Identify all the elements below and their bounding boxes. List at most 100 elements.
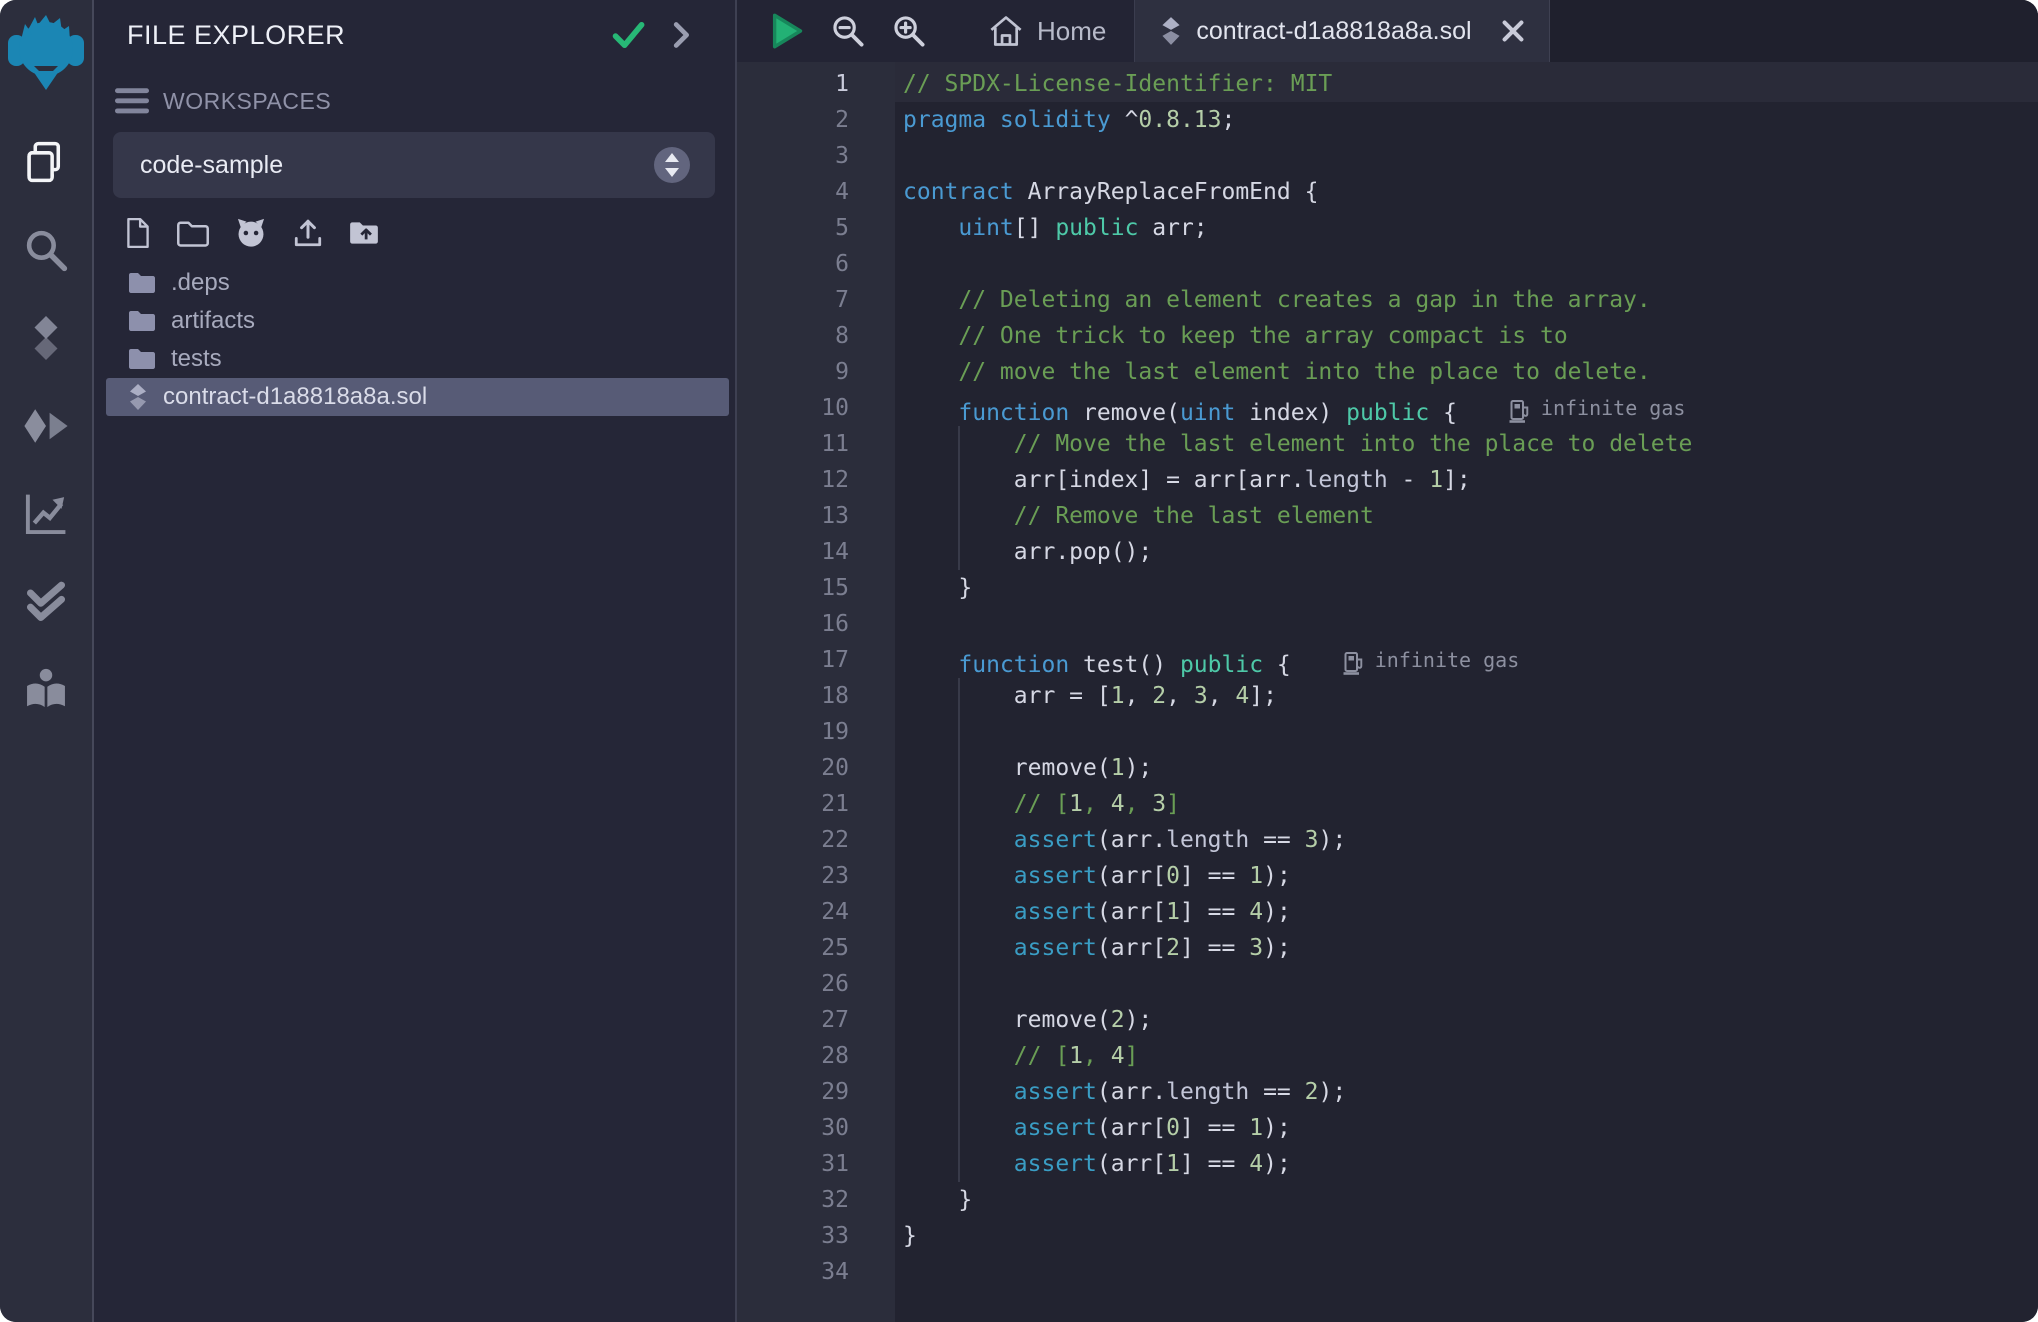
code-line-8[interactable]: // One trick to keep the array compact i… (895, 318, 2038, 354)
code-token: ]; (1249, 683, 1277, 709)
code-line-4[interactable]: contract ArrayReplaceFromEnd { (895, 174, 2038, 210)
tree-item-label: tests (171, 345, 222, 373)
code-token: 4 (1235, 683, 1249, 709)
code-token (903, 827, 1014, 853)
code-line-33[interactable]: } (895, 1218, 2038, 1254)
code-line-14[interactable]: arr.pop(); (895, 534, 2038, 570)
code-line-13[interactable]: // Remove the last element (895, 498, 2038, 534)
file-explorer-toolbar (94, 198, 735, 256)
code-line-18[interactable]: arr = [1, 2, 3, 4]; (895, 678, 2038, 714)
code-token: public (1055, 215, 1138, 241)
code-token: ]; (1443, 467, 1471, 493)
remix-logo-icon[interactable] (8, 8, 84, 102)
upload-file-icon[interactable] (292, 217, 324, 249)
code-line-5[interactable]: uint[] public arr; (895, 210, 2038, 246)
zoom-in-icon[interactable] (892, 14, 926, 48)
sidebar-item-analysis[interactable] (0, 470, 93, 558)
code-line-16[interactable] (895, 606, 2038, 642)
code-line-23[interactable]: assert(arr[0] == 1); (895, 858, 2038, 894)
code-token: ); (1263, 1115, 1291, 1141)
code-line-30[interactable]: assert(arr[0] == 1); (895, 1110, 2038, 1146)
code-line-7[interactable]: // Deleting an element creates a gap in … (895, 282, 2038, 318)
new-folder-icon[interactable] (176, 218, 210, 248)
code-token: arr[index] = arr[arr. (903, 467, 1305, 493)
new-file-icon[interactable] (124, 217, 152, 249)
code-line-27[interactable]: remove(2); (895, 1002, 2038, 1038)
code-token (903, 652, 958, 678)
code-line-20[interactable]: remove(1); (895, 750, 2038, 786)
code-token: ); (1263, 935, 1291, 961)
tab-home[interactable]: Home (960, 0, 1134, 62)
code-line-22[interactable]: assert(arr.length == 3); (895, 822, 2038, 858)
file-tree: .deps artifacts tests contract-d1a8818a8a.s… (94, 264, 735, 416)
code-line-26[interactable] (895, 966, 2038, 1002)
sidebar-item-deploy-and-run[interactable] (0, 382, 93, 470)
sidebar-item-search[interactable] (0, 206, 93, 294)
up-down-circle-icon[interactable] (653, 146, 691, 184)
code-line-29[interactable]: assert(arr.length == 2); (895, 1074, 2038, 1110)
code-line-28[interactable]: // [1, 4] (895, 1038, 2038, 1074)
code-line-9[interactable]: // move the last element into the place … (895, 354, 2038, 390)
code-line-24[interactable]: assert(arr[1] == 4); (895, 894, 2038, 930)
code-line-2[interactable]: pragma solidity ^0.8.13; (895, 102, 2038, 138)
code-line-17[interactable]: function test() public {infinite gas (895, 642, 2038, 678)
code-token: (arr. (1097, 827, 1166, 853)
code-line-31[interactable]: assert(arr[1] == 4); (895, 1146, 2038, 1182)
code-token: , (1125, 683, 1153, 709)
code-token: assert (1014, 935, 1097, 961)
code-token: length (1305, 467, 1388, 493)
line-number: 28 (737, 1038, 895, 1074)
code-token: { (1429, 400, 1457, 426)
workspace-select[interactable]: code-sample (113, 132, 715, 198)
code-line-11[interactable]: // Move the last element into the place … (895, 426, 2038, 462)
code-line-15[interactable]: } (895, 570, 2038, 606)
code-token: 0.8.13 (1138, 107, 1221, 133)
chevron-right-icon[interactable] (671, 21, 693, 49)
sidebar-item-learneth[interactable] (0, 646, 93, 734)
line-number: 8 (737, 318, 895, 354)
code-line-12[interactable]: arr[index] = arr[arr.length - 1]; (895, 462, 2038, 498)
code-line-1[interactable]: // SPDX-License-Identifier: MIT (895, 66, 2038, 102)
sidebar-item-unit-testing[interactable] (0, 558, 93, 646)
tree-item-tests[interactable]: tests (106, 340, 729, 378)
code-line-32[interactable]: } (895, 1182, 2038, 1218)
code-line-10[interactable]: function remove(uint index) public {infi… (895, 390, 2038, 426)
code-token: , (1208, 683, 1236, 709)
code-token: assert (1014, 1079, 1097, 1105)
line-number: 10 (737, 390, 895, 426)
code-line-21[interactable]: // [1, 4, 3] (895, 786, 2038, 822)
zoom-out-icon[interactable] (831, 14, 865, 48)
sidebar-item-file-explorer[interactable] (0, 118, 93, 206)
code-token: 3 (1305, 827, 1319, 853)
line-number: 22 (737, 822, 895, 858)
code-line-3[interactable] (895, 138, 2038, 174)
github-icon[interactable] (234, 216, 268, 250)
code-token: // [ (903, 791, 1069, 817)
code-line-25[interactable]: assert(arr[2] == 3); (895, 930, 2038, 966)
hamburger-icon[interactable] (115, 87, 149, 115)
line-number: 5 (737, 210, 895, 246)
line-number: 19 (737, 714, 895, 750)
check-icon[interactable] (611, 19, 645, 51)
code-token: , (1083, 1043, 1111, 1069)
line-number: 32 (737, 1182, 895, 1218)
tab-contract-file[interactable]: contract-d1a8818a8a.sol (1134, 0, 1549, 62)
tree-item-contract-d1a8818a8a-sol[interactable]: contract-d1a8818a8a.sol (106, 378, 729, 416)
tree-item--deps[interactable]: .deps (106, 264, 729, 302)
sidebar-item-solidity-compiler[interactable] (0, 294, 93, 382)
book-reader-icon (23, 668, 69, 712)
close-icon[interactable] (1501, 19, 1525, 43)
code-editor[interactable]: // SPDX-License-Identifier: MITpragma so… (895, 62, 2038, 1322)
code-token: assert (1014, 863, 1097, 889)
code-line-6[interactable] (895, 246, 2038, 282)
code-token (903, 1079, 1014, 1105)
upload-folder-icon[interactable] (348, 219, 380, 247)
line-number: 17 (737, 642, 895, 678)
line-number: 1 (737, 66, 895, 102)
tree-item-artifacts[interactable]: artifacts (106, 302, 729, 340)
tree-item-label: artifacts (171, 307, 255, 335)
code-line-34[interactable] (895, 1254, 2038, 1290)
code-token: ); (1263, 863, 1291, 889)
play-icon[interactable] (770, 13, 804, 49)
code-line-19[interactable] (895, 714, 2038, 750)
